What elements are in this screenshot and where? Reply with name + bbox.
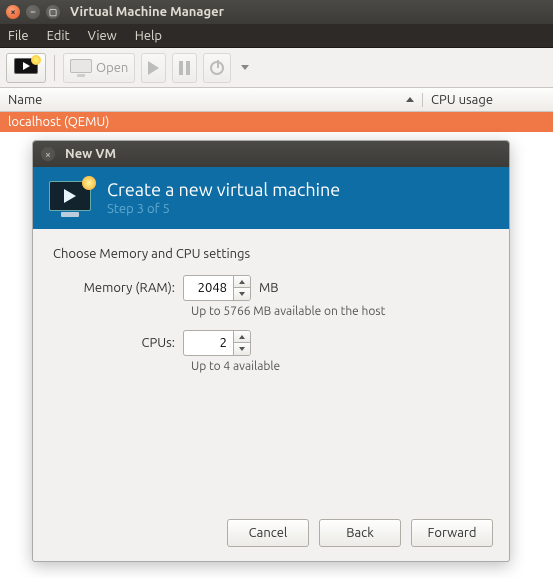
open-button[interactable]: Open <box>63 53 135 83</box>
open-label: Open <box>96 61 128 75</box>
toolbar: Open <box>0 48 553 88</box>
column-cpu-label: CPU usage <box>431 93 493 107</box>
pause-button[interactable] <box>172 53 197 83</box>
memory-step-down[interactable] <box>234 288 250 300</box>
memory-unit: MB <box>259 281 279 295</box>
column-cpu[interactable]: CPU usage <box>423 93 553 107</box>
memory-hint: Up to 5766 MB available on the host <box>191 305 489 318</box>
vm-list-header: Name CPU usage <box>0 88 553 112</box>
sort-asc-icon <box>406 97 414 102</box>
column-name[interactable]: Name <box>0 93 423 107</box>
dialog-footer: Cancel Back Forward <box>33 509 509 561</box>
connection-row-localhost[interactable]: localhost (QEMU) <box>0 112 553 132</box>
content-area: × New VM Create a new virtual machine St… <box>0 132 553 578</box>
vm-wizard-icon <box>49 179 93 217</box>
forward-button[interactable]: Forward <box>411 519 493 547</box>
memory-step-up[interactable] <box>234 276 250 288</box>
dialog-heading: Create a new virtual machine <box>107 180 340 200</box>
shutdown-dropdown-icon[interactable] <box>241 65 249 70</box>
back-button[interactable]: Back <box>319 519 401 547</box>
new-vm-icon <box>13 57 39 79</box>
window-close-button[interactable]: × <box>6 5 20 19</box>
dialog-titlebar: × New VM <box>33 141 509 167</box>
connection-row-label: localhost (QEMU) <box>8 115 109 129</box>
cpu-input[interactable] <box>183 330 233 356</box>
dialog-header: Create a new virtual machine Step 3 of 5 <box>33 167 509 229</box>
new-vm-dialog: × New VM Create a new virtual machine St… <box>32 140 510 562</box>
cancel-button[interactable]: Cancel <box>227 519 309 547</box>
menu-bar: File Edit View Help <box>0 24 553 48</box>
cpu-hint: Up to 4 available <box>191 360 489 373</box>
dialog-window-title: New VM <box>65 147 116 161</box>
menu-file[interactable]: File <box>8 29 29 43</box>
toolbar-separator <box>54 55 55 81</box>
run-button[interactable] <box>141 53 166 83</box>
window-titlebar: × – ▢ Virtual Machine Manager <box>0 0 553 24</box>
monitor-icon <box>70 59 92 77</box>
dialog-body: Choose Memory and CPU settings Memory (R… <box>33 229 509 509</box>
window-maximize-button[interactable]: ▢ <box>46 5 60 19</box>
menu-help[interactable]: Help <box>135 29 162 43</box>
pause-icon <box>179 61 190 75</box>
menu-edit[interactable]: Edit <box>47 29 70 43</box>
play-icon <box>148 61 159 75</box>
dialog-close-button[interactable]: × <box>41 147 55 161</box>
memory-label: Memory (RAM): <box>53 281 183 295</box>
memory-input[interactable] <box>183 275 233 301</box>
memory-spinner <box>183 275 251 301</box>
cpu-label: CPUs: <box>53 336 183 350</box>
shutdown-button[interactable] <box>203 53 231 83</box>
window-minimize-button[interactable]: – <box>26 5 40 19</box>
menu-view[interactable]: View <box>88 29 117 43</box>
power-icon <box>210 61 224 75</box>
new-vm-button[interactable] <box>6 53 46 83</box>
cpu-step-down[interactable] <box>234 343 250 355</box>
cpu-spinner <box>183 330 251 356</box>
window-title: Virtual Machine Manager <box>70 5 224 19</box>
cpu-step-up[interactable] <box>234 331 250 343</box>
dialog-step: Step 3 of 5 <box>107 202 340 216</box>
column-name-label: Name <box>8 93 42 107</box>
section-title: Choose Memory and CPU settings <box>53 247 489 261</box>
